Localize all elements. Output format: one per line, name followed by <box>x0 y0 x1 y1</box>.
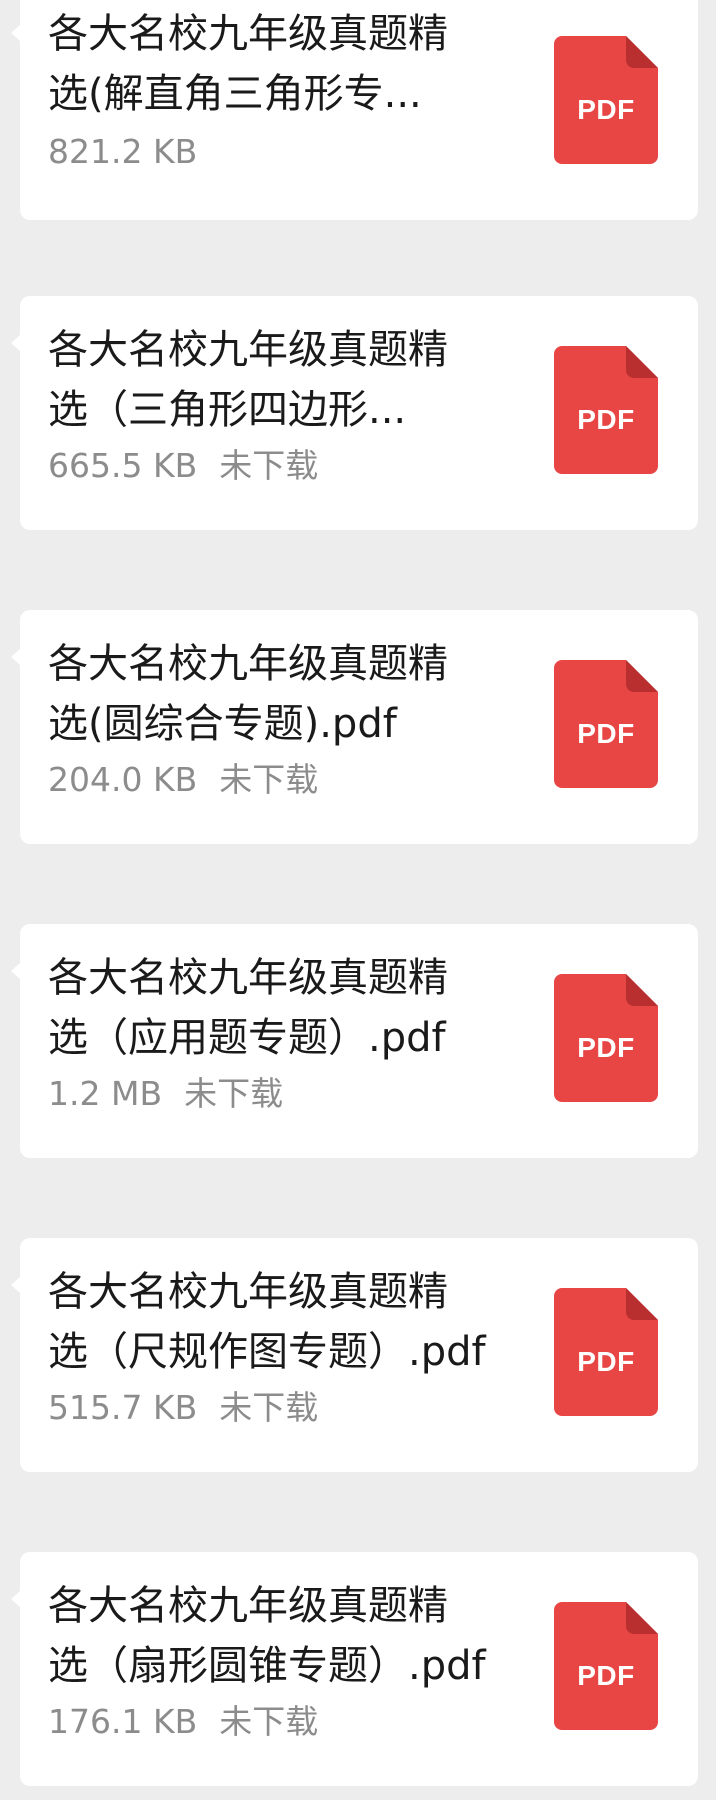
pdf-icon-label: PDF <box>577 404 635 435</box>
file-meta: 1.2 MB 未下载 <box>48 1074 283 1114</box>
download-status: 未下载 <box>219 760 319 799</box>
file-message-bubble[interactable]: 各大名校九年级真题精 选（扇形圆锥专题）.pdf 176.1 KB 未下载 PDF <box>11 1552 698 1786</box>
file-meta: 176.1 KB 未下载 <box>48 1702 318 1742</box>
download-status: 未下载 <box>219 446 319 485</box>
pdf-file-icon: PDF <box>554 1288 658 1416</box>
pdf-icon-label: PDF <box>577 1032 635 1063</box>
pdf-file-icon: PDF <box>554 974 658 1102</box>
file-name: 各大名校九年级真题精 选（应用题专题）.pdf <box>48 955 448 1061</box>
file-message-bubble[interactable]: 各大名校九年级真题精 选(圆综合专题).pdf 204.0 KB 未下载 PDF <box>11 610 698 844</box>
download-status: 未下载 <box>219 1388 319 1427</box>
file-size: 665.5 KB <box>48 446 198 485</box>
pdf-icon-label: PDF <box>577 718 635 749</box>
pdf-file-icon: PDF <box>554 660 658 788</box>
file-name: 各大名校九年级真题精 选（尺规作图专题）.pdf <box>48 1269 486 1375</box>
download-status: 未下载 <box>219 1702 319 1741</box>
file-meta: 665.5 KB 未下载 <box>48 446 318 486</box>
file-size: 1.2 MB <box>48 1074 163 1113</box>
file-size: 515.7 KB <box>48 1388 198 1427</box>
file-message-bubble[interactable]: 各大名校九年级真题精 选（尺规作图专题）.pdf 515.7 KB 未下载 PDF <box>11 1238 698 1472</box>
file-name: 各大名校九年级真题精 选(圆综合专题).pdf <box>48 641 448 747</box>
pdf-file-icon: PDF <box>554 1602 658 1730</box>
file-name: 各大名校九年级真题精 选（扇形圆锥专题）.pdf <box>48 1583 486 1689</box>
file-message-bubble[interactable]: 各大名校九年级真题精 选（三角形四边形... 665.5 KB 未下载 PDF <box>11 296 698 530</box>
file-message-bubble[interactable]: 各大名校九年级真题精 选（应用题专题）.pdf 1.2 MB 未下载 PDF <box>11 924 698 1158</box>
file-size: 204.0 KB <box>48 760 198 799</box>
pdf-file-icon: PDF <box>554 36 658 164</box>
file-message-bubble[interactable]: 各大名校九年级真题精 选(解直角三角形专... 821.2 KB PDF <box>11 0 698 220</box>
pdf-icon-label: PDF <box>577 1346 635 1377</box>
pdf-icon-label: PDF <box>577 94 635 125</box>
file-name: 各大名校九年级真题精 选(解直角三角形专... <box>48 11 448 117</box>
file-name: 各大名校九年级真题精 选（三角形四边形... <box>48 327 448 433</box>
file-meta: 821.2 KB <box>48 132 219 172</box>
file-size: 821.2 KB <box>48 132 198 171</box>
pdf-icon-label: PDF <box>577 1660 635 1691</box>
file-meta: 204.0 KB 未下载 <box>48 760 318 800</box>
file-size: 176.1 KB <box>48 1702 198 1741</box>
chat-message-list: 各大名校九年级真题精 选(解直角三角形专... 821.2 KB PDF 各大名校… <box>0 0 716 1800</box>
file-meta: 515.7 KB 未下载 <box>48 1388 318 1428</box>
download-status: 未下载 <box>184 1074 284 1113</box>
pdf-file-icon: PDF <box>554 346 658 474</box>
